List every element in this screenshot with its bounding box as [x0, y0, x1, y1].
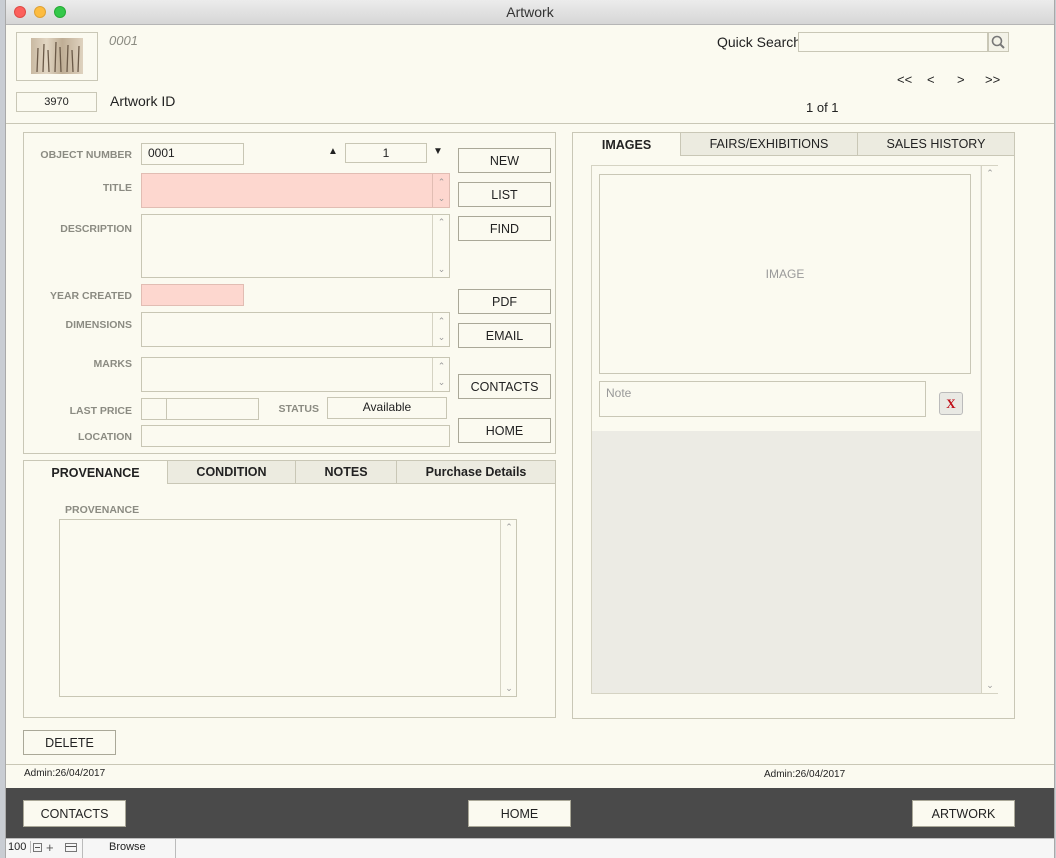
dimensions-scrollbar[interactable]: ⌃ ⌄ — [432, 313, 450, 346]
zoom-in-icon[interactable]: + — [46, 841, 54, 854]
image-note-placeholder: Note — [606, 386, 632, 400]
tab-sales-history[interactable]: SALES HISTORY — [858, 133, 1014, 156]
tab-provenance[interactable]: PROVENANCE — [24, 461, 168, 484]
lower-tab-panel: PROVENANCE CONDITION NOTES Purchase Deta… — [23, 460, 556, 718]
artwork-window: Artwork 0001 3970 Artwork ID Quick Searc… — [6, 0, 1054, 858]
location-field[interactable] — [141, 425, 450, 447]
contacts-button[interactable]: CONTACTS — [458, 374, 551, 399]
created-audit: Admin:26/04/2017 — [24, 768, 106, 779]
artwork-thumbnail-image — [36, 41, 80, 73]
previous-record-button[interactable]: < — [927, 72, 935, 87]
quick-search-button[interactable] — [988, 32, 1009, 52]
provenance-label: PROVENANCE — [65, 504, 140, 516]
provenance-field[interactable] — [59, 519, 517, 697]
tab-purchase-details[interactable]: Purchase Details — [397, 461, 555, 484]
delete-note-button[interactable]: X — [939, 392, 963, 415]
tab-notes[interactable]: NOTES — [296, 461, 397, 484]
status-divider — [82, 839, 83, 858]
footer-contacts-button[interactable]: CONTACTS — [23, 800, 126, 827]
quick-search-label: Quick Search — [717, 34, 802, 50]
tab-fairs-exhibitions[interactable]: FAIRS/EXHIBITIONS — [681, 133, 858, 156]
footer-navigation-bar: CONTACTS HOME ARTWORK — [6, 788, 1054, 838]
email-button[interactable]: EMAIL — [458, 323, 551, 348]
status-bar: 100 + Browse — [6, 838, 1054, 858]
object-number-field[interactable]: 0001 — [141, 143, 244, 165]
dimensions-field[interactable] — [141, 312, 450, 347]
dimensions-label: DIMENSIONS — [65, 319, 132, 331]
description-scrollbar[interactable]: ⌃ ⌄ — [432, 215, 450, 277]
list-button[interactable]: LIST — [458, 182, 551, 207]
status-divider-2 — [175, 839, 176, 858]
zoom-out-icon[interactable] — [33, 843, 42, 852]
status-field[interactable]: Available — [327, 397, 447, 419]
title-bar: Artwork — [6, 0, 1054, 25]
year-created-label: YEAR CREATED — [49, 290, 132, 302]
header-object-number: 0001 — [109, 33, 138, 48]
record-id-field: 3970 — [16, 92, 97, 112]
find-button[interactable]: FIND — [458, 216, 551, 241]
last-price-field[interactable] — [166, 398, 259, 420]
modified-audit: Admin:26/04/2017 — [764, 769, 846, 780]
footer-home-button[interactable]: HOME — [468, 800, 571, 827]
record-id-label: Artwork ID — [110, 93, 176, 109]
marks-scrollbar[interactable]: ⌃ ⌄ — [432, 358, 450, 391]
last-price-currency-field[interactable] — [141, 398, 167, 420]
title-field[interactable] — [141, 173, 450, 208]
last-price-label: LAST PRICE — [69, 405, 132, 417]
object-number-label: OBJECT NUMBER — [40, 149, 132, 161]
title-label: TITLE — [102, 182, 132, 194]
delete-record-button[interactable]: DELETE — [23, 730, 116, 755]
provenance-scrollbar[interactable]: ⌃ ⌄ — [500, 520, 517, 696]
description-field[interactable] — [141, 214, 450, 278]
marks-label: MARKS — [93, 358, 133, 370]
status-label: STATUS — [278, 403, 319, 415]
footer-artwork-button[interactable]: ARTWORK — [912, 800, 1015, 827]
quick-search-input[interactable] — [798, 32, 988, 52]
window-title: Artwork — [506, 4, 554, 20]
tab-condition[interactable]: CONDITION — [168, 461, 296, 484]
toolbar-toggle-icon[interactable] — [65, 843, 77, 852]
tab-images[interactable]: IMAGES — [573, 133, 681, 156]
year-created-field[interactable] — [141, 284, 244, 306]
marks-field[interactable] — [141, 357, 450, 392]
home-button[interactable]: HOME — [458, 418, 551, 443]
copy-down-arrow-icon[interactable]: ▼ — [433, 146, 443, 157]
artwork-thumbnail[interactable] — [16, 32, 98, 81]
next-record-button[interactable]: > — [957, 72, 965, 87]
first-record-button[interactable]: << — [897, 72, 912, 87]
search-icon — [991, 35, 1005, 49]
copy-up-arrow-icon[interactable]: ▲ — [328, 146, 338, 157]
delete-x-icon: X — [946, 396, 956, 411]
pdf-button[interactable]: PDF — [458, 289, 551, 314]
mode-indicator: Browse — [109, 841, 146, 853]
description-label: DESCRIPTION — [60, 223, 132, 235]
title-scrollbar[interactable]: ⌃ ⌄ — [432, 174, 450, 207]
image-note-field[interactable]: Note — [599, 381, 926, 417]
image-placeholder: IMAGE — [765, 267, 805, 281]
images-scrollbar[interactable]: ⌃ ⌄ — [981, 166, 998, 693]
right-tab-panel: IMAGES FAIRS/EXHIBITIONS SALES HISTORY I… — [572, 132, 1015, 719]
location-label: LOCATION — [77, 431, 132, 443]
record-position: 1 of 1 — [806, 100, 839, 115]
new-button[interactable]: NEW — [458, 148, 551, 173]
header-divider — [6, 123, 1054, 124]
copy-number-field[interactable]: 1 — [345, 143, 427, 163]
image-container[interactable]: IMAGE — [599, 174, 971, 374]
audit-divider — [6, 764, 1054, 765]
last-record-button[interactable]: >> — [985, 72, 1000, 87]
zoom-level[interactable]: 100 — [8, 841, 31, 853]
images-content-area: IMAGE Note X ⌃ ⌄ — [591, 165, 998, 694]
